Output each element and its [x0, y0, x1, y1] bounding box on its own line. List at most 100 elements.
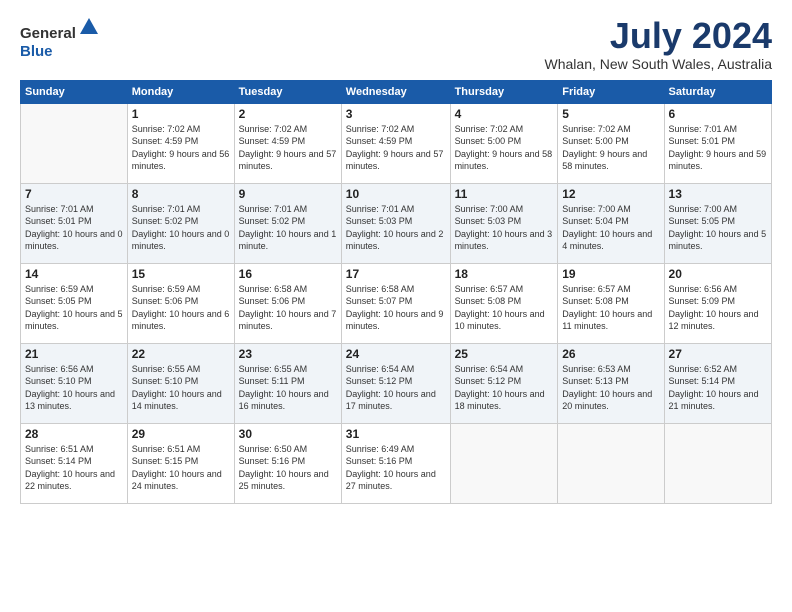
day-info: Sunrise: 6:58 AMSunset: 5:06 PMDaylight:… — [239, 283, 337, 333]
day-info: Sunrise: 7:02 AMSunset: 4:59 PMDaylight:… — [346, 123, 446, 173]
day-info: Sunrise: 7:00 AMSunset: 5:04 PMDaylight:… — [562, 203, 659, 253]
calendar-cell — [558, 423, 664, 503]
weekday-header-friday: Friday — [558, 80, 664, 103]
calendar-cell: 13 Sunrise: 7:00 AMSunset: 5:05 PMDayligh… — [664, 183, 771, 263]
day-info: Sunrise: 6:56 AMSunset: 5:09 PMDaylight:… — [669, 283, 767, 333]
day-info: Sunrise: 7:01 AMSunset: 5:03 PMDaylight:… — [346, 203, 446, 253]
calendar-cell: 2Sunrise: 7:02 AMSunset: 4:59 PMDaylight… — [234, 103, 341, 183]
calendar-cell: 8Sunrise: 7:01 AMSunset: 5:02 PMDaylight… — [127, 183, 234, 263]
header: General Blue July 2024 Whalan, New South… — [20, 16, 772, 72]
calendar-cell: 7Sunrise: 7:01 AMSunset: 5:01 PMDaylight… — [21, 183, 128, 263]
day-info: Sunrise: 6:54 AMSunset: 5:12 PMDaylight:… — [455, 363, 554, 413]
calendar-week-row: 14 Sunrise: 6:59 AMSunset: 5:05 PMDayligh… — [21, 263, 772, 343]
day-info: Sunrise: 7:01 AMSunset: 5:01 PMDaylight:… — [669, 123, 767, 173]
calendar-cell: 5Sunrise: 7:02 AMSunset: 5:00 PMDaylight… — [558, 103, 664, 183]
day-number: 26 — [562, 347, 659, 361]
day-number: 13 — [669, 187, 767, 201]
location-title: Whalan, New South Wales, Australia — [545, 56, 772, 72]
calendar-cell: 26 Sunrise: 6:53 AMSunset: 5:13 PMDayligh… — [558, 343, 664, 423]
weekday-header-tuesday: Tuesday — [234, 80, 341, 103]
calendar-table: SundayMondayTuesdayWednesdayThursdayFrid… — [20, 80, 772, 504]
day-number: 27 — [669, 347, 767, 361]
day-number: 17 — [346, 267, 446, 281]
day-number: 29 — [132, 427, 230, 441]
day-info: Sunrise: 6:51 AMSunset: 5:15 PMDaylight:… — [132, 443, 230, 493]
day-info: Sunrise: 6:57 AMSunset: 5:08 PMDaylight:… — [455, 283, 554, 333]
calendar-cell: 14 Sunrise: 6:59 AMSunset: 5:05 PMDayligh… — [21, 263, 128, 343]
day-number: 3 — [346, 107, 446, 121]
calendar-week-row: 7Sunrise: 7:01 AMSunset: 5:01 PMDaylight… — [21, 183, 772, 263]
day-number: 15 — [132, 267, 230, 281]
day-info: Sunrise: 7:02 AMSunset: 4:59 PMDaylight:… — [132, 123, 230, 173]
calendar-cell: 15Sunrise: 6:59 AMSunset: 5:06 PMDayligh… — [127, 263, 234, 343]
weekday-header-sunday: Sunday — [21, 80, 128, 103]
calendar-cell: 17 Sunrise: 6:58 AMSunset: 5:07 PMDayligh… — [341, 263, 450, 343]
day-info: Sunrise: 6:49 AMSunset: 5:16 PMDaylight:… — [346, 443, 446, 493]
day-number: 7 — [25, 187, 123, 201]
day-info: Sunrise: 6:58 AMSunset: 5:07 PMDaylight:… — [346, 283, 446, 333]
day-info: Sunrise: 7:02 AMSunset: 5:00 PMDaylight:… — [562, 123, 659, 173]
weekday-header-saturday: Saturday — [664, 80, 771, 103]
day-info: Sunrise: 7:00 AMSunset: 5:03 PMDaylight:… — [455, 203, 554, 253]
day-info: Sunrise: 6:50 AMSunset: 5:16 PMDaylight:… — [239, 443, 337, 493]
calendar-cell: 20 Sunrise: 6:56 AMSunset: 5:09 PMDayligh… — [664, 263, 771, 343]
calendar-cell — [450, 423, 558, 503]
calendar-week-row: 1 Sunrise: 7:02 AMSunset: 4:59 PMDaylight… — [21, 103, 772, 183]
day-number: 12 — [562, 187, 659, 201]
day-number: 30 — [239, 427, 337, 441]
calendar-cell: 21 Sunrise: 6:56 AMSunset: 5:10 PMDayligh… — [21, 343, 128, 423]
day-info: Sunrise: 6:55 AMSunset: 5:11 PMDaylight:… — [239, 363, 337, 413]
day-number: 24 — [346, 347, 446, 361]
day-number: 10 — [346, 187, 446, 201]
calendar-cell: 16Sunrise: 6:58 AMSunset: 5:06 PMDayligh… — [234, 263, 341, 343]
calendar-cell: 6 Sunrise: 7:01 AMSunset: 5:01 PMDaylight… — [664, 103, 771, 183]
logo-blue: Blue — [20, 43, 53, 60]
day-number: 4 — [455, 107, 554, 121]
day-info: Sunrise: 6:55 AMSunset: 5:10 PMDaylight:… — [132, 363, 230, 413]
page: General Blue July 2024 Whalan, New South… — [0, 0, 792, 612]
calendar-week-row: 28Sunrise: 6:51 AMSunset: 5:14 PMDayligh… — [21, 423, 772, 503]
calendar-cell — [664, 423, 771, 503]
day-number: 23 — [239, 347, 337, 361]
calendar-cell: 24 Sunrise: 6:54 AMSunset: 5:12 PMDayligh… — [341, 343, 450, 423]
day-info: Sunrise: 6:54 AMSunset: 5:12 PMDaylight:… — [346, 363, 446, 413]
calendar-cell: 22 Sunrise: 6:55 AMSunset: 5:10 PMDayligh… — [127, 343, 234, 423]
day-number: 8 — [132, 187, 230, 201]
day-info: Sunrise: 7:02 AMSunset: 4:59 PMDaylight:… — [239, 123, 337, 173]
calendar-cell: 28Sunrise: 6:51 AMSunset: 5:14 PMDayligh… — [21, 423, 128, 503]
day-info: Sunrise: 6:59 AMSunset: 5:05 PMDaylight:… — [25, 283, 123, 333]
logo: General Blue — [20, 16, 100, 61]
day-info: Sunrise: 7:00 AMSunset: 5:05 PMDaylight:… — [669, 203, 767, 253]
day-info: Sunrise: 6:53 AMSunset: 5:13 PMDaylight:… — [562, 363, 659, 413]
calendar-cell: 30 Sunrise: 6:50 AMSunset: 5:16 PMDayligh… — [234, 423, 341, 503]
calendar-cell: 1 Sunrise: 7:02 AMSunset: 4:59 PMDaylight… — [127, 103, 234, 183]
day-number: 31 — [346, 427, 446, 441]
logo-wordmark: General Blue — [20, 16, 100, 61]
calendar-cell: 29 Sunrise: 6:51 AMSunset: 5:15 PMDayligh… — [127, 423, 234, 503]
logo-icon — [78, 16, 100, 38]
day-number: 22 — [132, 347, 230, 361]
calendar-cell: 10 Sunrise: 7:01 AMSunset: 5:03 PMDayligh… — [341, 183, 450, 263]
day-info: Sunrise: 6:56 AMSunset: 5:10 PMDaylight:… — [25, 363, 123, 413]
day-info: Sunrise: 6:57 AMSunset: 5:08 PMDaylight:… — [562, 283, 659, 333]
day-number: 1 — [132, 107, 230, 121]
calendar-cell: 18Sunrise: 6:57 AMSunset: 5:08 PMDayligh… — [450, 263, 558, 343]
calendar-week-row: 21 Sunrise: 6:56 AMSunset: 5:10 PMDayligh… — [21, 343, 772, 423]
calendar-cell: 25Sunrise: 6:54 AMSunset: 5:12 PMDayligh… — [450, 343, 558, 423]
title-area: July 2024 Whalan, New South Wales, Austr… — [545, 16, 772, 72]
logo-general: General — [20, 25, 76, 42]
month-title: July 2024 — [545, 16, 772, 56]
calendar-cell: 4Sunrise: 7:02 AMSunset: 5:00 PMDaylight… — [450, 103, 558, 183]
weekday-header-row: SundayMondayTuesdayWednesdayThursdayFrid… — [21, 80, 772, 103]
weekday-header-thursday: Thursday — [450, 80, 558, 103]
calendar-cell: 31 Sunrise: 6:49 AMSunset: 5:16 PMDayligh… — [341, 423, 450, 503]
day-number: 21 — [25, 347, 123, 361]
day-info: Sunrise: 6:51 AMSunset: 5:14 PMDaylight:… — [25, 443, 123, 493]
day-number: 19 — [562, 267, 659, 281]
calendar-cell: 12 Sunrise: 7:00 AMSunset: 5:04 PMDayligh… — [558, 183, 664, 263]
day-number: 20 — [669, 267, 767, 281]
calendar-cell: 11Sunrise: 7:00 AMSunset: 5:03 PMDayligh… — [450, 183, 558, 263]
calendar-cell — [21, 103, 128, 183]
day-number: 14 — [25, 267, 123, 281]
day-number: 6 — [669, 107, 767, 121]
